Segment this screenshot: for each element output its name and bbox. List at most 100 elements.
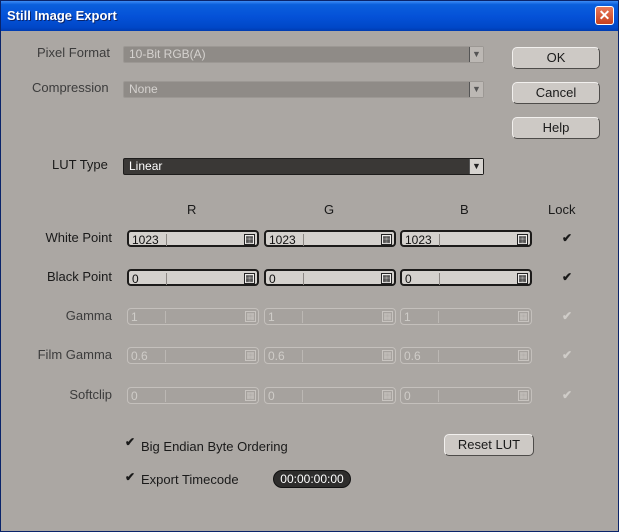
compression-value: None <box>129 82 158 96</box>
field-value: 0 <box>132 272 139 286</box>
field-divider <box>165 311 166 323</box>
black-point-r-field[interactable]: 0 ▦ <box>127 269 259 286</box>
white-point-r-field[interactable]: 1023 ▦ <box>127 230 259 247</box>
calculator-icon[interactable]: ▦ <box>381 273 392 284</box>
column-header-g: G <box>324 202 335 217</box>
lut-type-select[interactable]: Linear ▼ <box>123 158 484 175</box>
field-divider <box>166 273 167 285</box>
field-value: 0.6 <box>268 349 285 363</box>
black-point-g-field[interactable]: 0 ▦ <box>264 269 396 286</box>
gamma-r-field[interactable]: 1 ▦ <box>127 308 259 325</box>
close-button[interactable]: ✕ <box>595 6 614 25</box>
field-divider <box>166 234 167 246</box>
field-divider <box>439 234 440 246</box>
calculator-icon[interactable]: ▦ <box>517 234 528 245</box>
title-bar: Still Image Export ✕ <box>1 1 618 31</box>
compression-select[interactable]: None ▼ <box>123 81 484 98</box>
calculator-icon[interactable]: ▦ <box>517 273 528 284</box>
field-value: 1023 <box>132 233 159 247</box>
field-value: 0.6 <box>404 349 421 363</box>
row-label: Film Gamma <box>37 347 112 362</box>
black-point-b-field[interactable]: 0 ▦ <box>400 269 532 286</box>
calculator-icon[interactable]: ▦ <box>518 311 529 322</box>
film-gamma-r-field[interactable]: 0.6 ▦ <box>127 347 259 364</box>
big-endian-label: Big Endian Byte Ordering <box>141 439 288 454</box>
field-value: 1 <box>404 310 411 324</box>
chevron-down-icon: ▼ <box>469 47 483 62</box>
field-value: 1 <box>131 310 138 324</box>
softclip-b-field[interactable]: 0 ▦ <box>400 387 532 404</box>
field-divider <box>303 234 304 246</box>
field-divider <box>302 390 303 402</box>
window-title: Still Image Export <box>7 8 117 23</box>
pixel-format-value: 10-Bit RGB(A) <box>129 47 206 61</box>
row-label: White Point <box>45 230 112 245</box>
white-point-b-field[interactable]: 1023 ▦ <box>400 230 532 247</box>
field-value: 0 <box>269 272 276 286</box>
export-timecode-checkbox[interactable]: ✔ <box>124 471 136 484</box>
calculator-icon[interactable]: ▦ <box>381 234 392 245</box>
row-label: Black Point <box>46 269 112 284</box>
calculator-icon[interactable]: ▦ <box>518 390 529 401</box>
close-icon: ✕ <box>598 7 611 23</box>
ok-button[interactable]: OK <box>512 47 600 69</box>
softclip-lock-checkbox[interactable]: ✔ <box>561 389 573 402</box>
export-timecode-label: Export Timecode <box>141 472 239 487</box>
calculator-icon[interactable]: ▦ <box>244 273 255 284</box>
field-value: 0 <box>404 389 411 403</box>
cancel-button[interactable]: Cancel <box>512 82 600 104</box>
big-endian-checkbox[interactable]: ✔ <box>124 436 136 449</box>
field-value: 1023 <box>405 233 432 247</box>
field-divider <box>303 273 304 285</box>
lut-type-value: Linear <box>129 159 163 173</box>
row-label: Gamma <box>65 308 112 323</box>
reset-lut-button[interactable]: Reset LUT <box>444 434 534 456</box>
gamma-lock-checkbox[interactable]: ✔ <box>561 310 573 323</box>
field-value: 1023 <box>269 233 296 247</box>
field-value: 0 <box>268 389 275 403</box>
calculator-icon[interactable]: ▦ <box>518 350 529 361</box>
calculator-icon[interactable]: ▦ <box>382 311 393 322</box>
softclip-r-field[interactable]: 0 ▦ <box>127 387 259 404</box>
field-value: 0 <box>131 389 138 403</box>
field-divider <box>438 311 439 323</box>
calculator-icon[interactable]: ▦ <box>245 350 256 361</box>
field-divider <box>438 350 439 362</box>
chevron-down-icon: ▼ <box>469 159 483 174</box>
chevron-down-icon: ▼ <box>469 82 483 97</box>
help-button[interactable]: Help <box>512 117 600 139</box>
film-gamma-g-field[interactable]: 0.6 ▦ <box>264 347 396 364</box>
field-value: 0.6 <box>131 349 148 363</box>
film-gamma-lock-checkbox[interactable]: ✔ <box>561 349 573 362</box>
column-header-lock: Lock <box>548 202 576 217</box>
gamma-g-field[interactable]: 1 ▦ <box>264 308 396 325</box>
gamma-b-field[interactable]: 1 ▦ <box>400 308 532 325</box>
field-divider <box>439 273 440 285</box>
column-header-b: B <box>460 202 469 217</box>
field-divider <box>302 311 303 323</box>
calculator-icon[interactable]: ▦ <box>244 234 255 245</box>
film-gamma-b-field[interactable]: 0.6 ▦ <box>400 347 532 364</box>
compression-label: Compression <box>32 80 109 95</box>
calculator-icon[interactable]: ▦ <box>382 390 393 401</box>
field-value: 1 <box>268 310 275 324</box>
still-image-export-dialog: Still Image Export ✕ Pixel Format 10-Bit… <box>0 0 619 532</box>
lut-type-label: LUT Type <box>52 157 108 172</box>
pixel-format-label: Pixel Format <box>37 45 110 60</box>
calculator-icon[interactable]: ▦ <box>245 390 256 401</box>
column-header-r: R <box>187 202 197 217</box>
black-point-lock-checkbox[interactable]: ✔ <box>561 271 573 284</box>
field-value: 0 <box>405 272 412 286</box>
row-label: Softclip <box>69 387 112 402</box>
field-divider <box>165 390 166 402</box>
white-point-lock-checkbox[interactable]: ✔ <box>561 232 573 245</box>
field-divider <box>302 350 303 362</box>
calculator-icon[interactable]: ▦ <box>382 350 393 361</box>
field-divider <box>438 390 439 402</box>
field-divider <box>165 350 166 362</box>
white-point-g-field[interactable]: 1023 ▦ <box>264 230 396 247</box>
timecode-field[interactable]: 00:00:00:00 <box>273 470 351 488</box>
softclip-g-field[interactable]: 0 ▦ <box>264 387 396 404</box>
pixel-format-select[interactable]: 10-Bit RGB(A) ▼ <box>123 46 484 63</box>
calculator-icon[interactable]: ▦ <box>245 311 256 322</box>
